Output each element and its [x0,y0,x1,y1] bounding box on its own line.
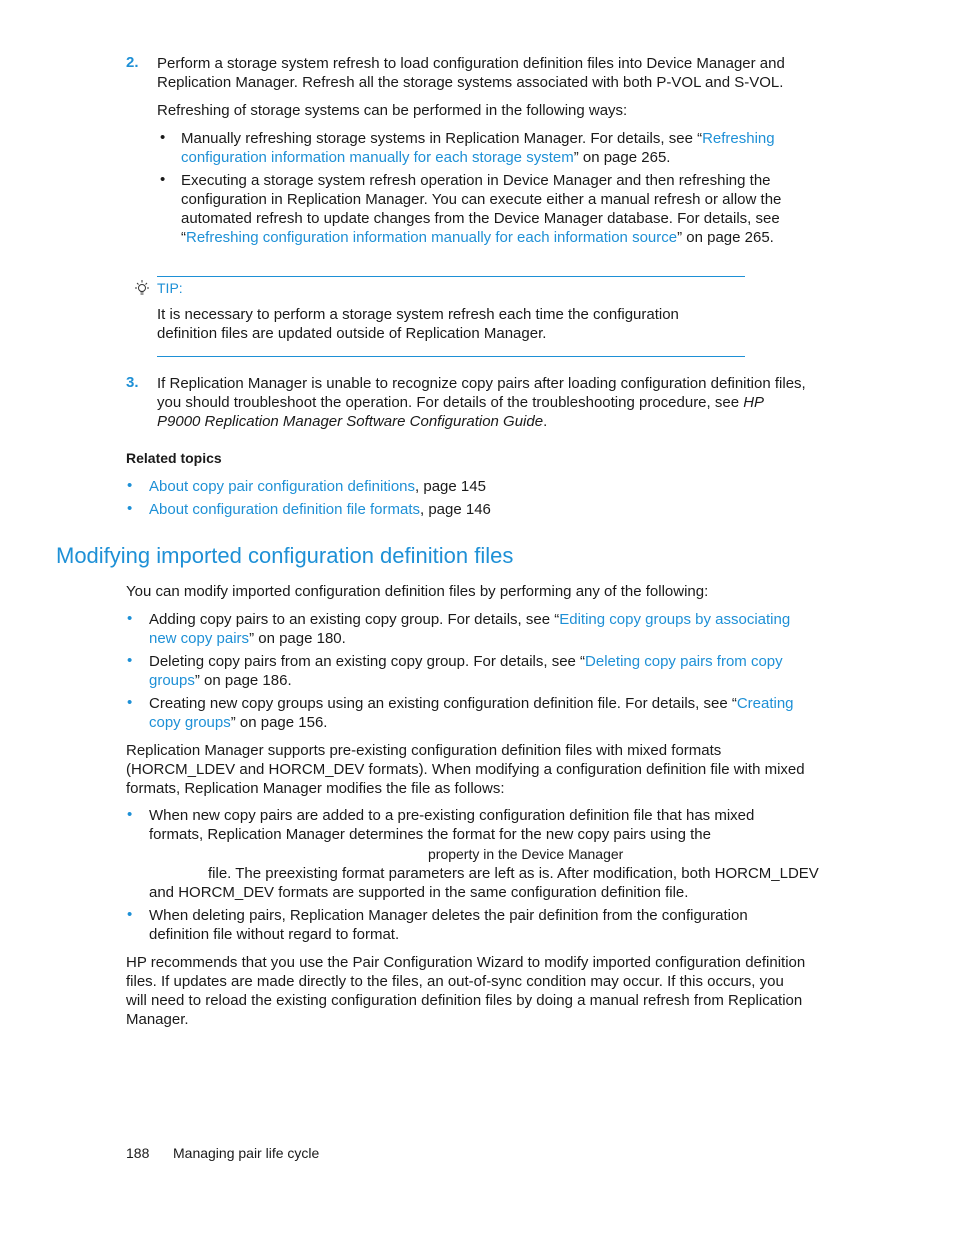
bullet-dot: • [127,694,133,711]
tip-top-rule [157,276,745,277]
section-bullet-3: Creating new copy groups using an existi… [149,695,794,731]
step-2-bullet-2: Executing a storage system refresh opera… [181,172,782,246]
delete-pairs-bullet: When deleting pairs, Replication Manager… [149,907,748,943]
section-bullet-2: Deleting copy pairs from an existing cop… [149,653,783,689]
bullet-dot: • [160,171,166,188]
related-item-2: About configuration definition file form… [149,501,491,518]
bullet-dot: • [127,806,133,823]
section-para-2: Replication Manager supports pre-existin… [126,742,805,797]
lightbulb-icon [133,279,151,303]
step-2-text: Perform a storage system refresh to load… [157,55,785,91]
bullet-dot: • [127,610,133,627]
tip-label: TIP: [157,280,183,296]
section-bullet-1: Adding copy pairs to an existing copy gr… [149,611,791,647]
bullet-dot: • [127,652,133,669]
tip-text: It is necessary to perform a storage sys… [157,306,679,342]
mixed-format-bullet-line3: property in the Device Manager [428,846,624,862]
related-item-1: About copy pair configuration definition… [149,478,486,495]
page-number: 188 [126,1145,150,1161]
related-topics-heading: Related topics [126,450,222,466]
link-refreshing-information-source[interactable]: Refreshing configuration information man… [186,229,677,246]
bullet-dot: • [160,129,166,146]
footer-chapter: Managing pair life cycle [173,1145,320,1161]
link-about-copy-pair-config[interactable]: About copy pair configuration definition… [149,478,415,495]
step-number-2: 2. [126,54,139,71]
link-about-config-file-formats[interactable]: About configuration definition file form… [149,501,420,518]
section-intro: You can modify imported configuration de… [126,583,709,600]
mixed-format-bullet-line2: formats, Replication Manager determines … [149,826,711,843]
mixed-format-bullet-line4: file. The preexisting format parameters … [208,865,819,882]
tip-bottom-rule [157,356,745,357]
bullet-dot: • [127,500,133,517]
step-2-bullet-1: Manually refreshing storage systems in R… [181,130,775,166]
step-3-text: If Replication Manager is unable to reco… [157,375,806,430]
mixed-format-bullet-line1: When new copy pairs are added to a pre-e… [149,807,755,824]
bullet-dot: • [127,906,133,923]
step-number-3: 3. [126,374,139,391]
step-2-subtext: Refreshing of storage systems can be per… [157,102,628,119]
section-para-3: HP recommends that you use the Pair Conf… [126,954,806,1028]
bullet-dot: • [127,477,133,494]
mixed-format-bullet-line5: and HORCM_DEV formats are supported in t… [149,884,689,901]
section-title: Modifying imported configuration definit… [56,543,514,568]
